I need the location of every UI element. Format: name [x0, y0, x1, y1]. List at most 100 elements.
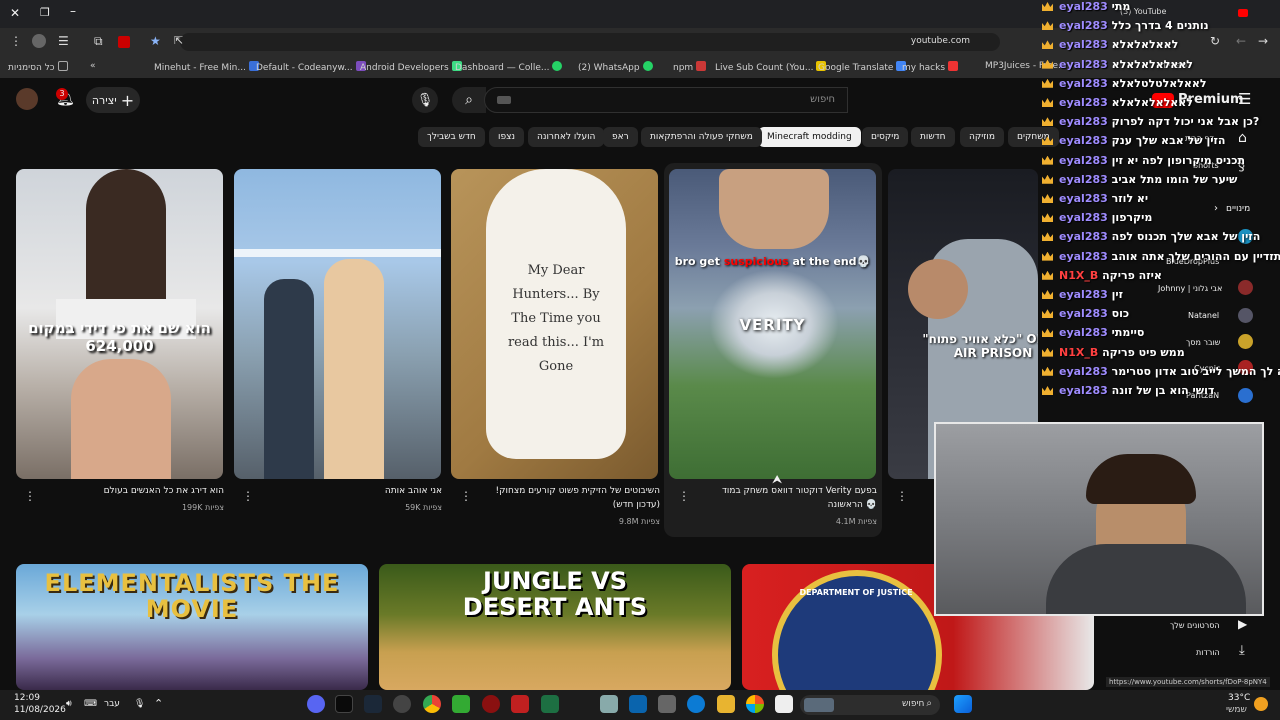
bookmark-android[interactable]: Android Developers — [360, 61, 462, 73]
adblock-icon[interactable] — [118, 36, 130, 48]
video-thumbnail-elementalists[interactable]: ELEMENTALISTS THE MOVIE — [16, 564, 368, 690]
bookmark-all[interactable]: כל הסימניות — [8, 61, 68, 73]
video-menu-icon[interactable]: ⋮ — [896, 489, 908, 503]
obs-icon[interactable] — [393, 695, 411, 713]
video-thumbnail-ants[interactable]: JUNGLE VS DESERT ANTS — [379, 564, 731, 690]
video-title-2[interactable]: אני אוהב אותה — [258, 484, 442, 498]
chip-news[interactable]: חדשות — [911, 127, 955, 147]
video-menu-icon[interactable]: ⋮ — [24, 489, 36, 503]
moderator-crown-icon — [1042, 290, 1053, 299]
clock-time[interactable]: 12:09 — [14, 693, 40, 703]
user-avatar[interactable] — [16, 88, 38, 110]
moderator-crown-icon — [1042, 270, 1053, 280]
video-title-3[interactable]: השיבוטים של הזיקית פשוט קורעים מצחוק! (ע… — [476, 484, 660, 512]
excel-icon[interactable] — [541, 695, 559, 713]
app-green-icon[interactable] — [452, 695, 470, 713]
chat-message: eyal283 תזדיין עם ההורים שלך אתה אוהב — [1042, 250, 1280, 268]
video-thumbnail-4[interactable]: bro get suspicious at the end💀 VERITY — [669, 169, 876, 479]
sidebar-downloads[interactable]: הורדות — [1196, 648, 1220, 657]
restore-window-icon[interactable]: ❐ — [40, 6, 50, 19]
extensions-icon[interactable]: ⧉ — [94, 34, 103, 49]
bookmark-translate[interactable]: Google Translate — [818, 61, 907, 73]
clock-date[interactable]: 11/08/2026 — [14, 705, 66, 715]
profile-avatar-icon[interactable] — [32, 34, 46, 48]
chevron-left-icon[interactable]: « — [90, 61, 96, 71]
video-menu-icon[interactable]: ⋮ — [678, 489, 690, 503]
chip-recently-uploaded[interactable]: הועלו לאחרונה — [528, 127, 605, 147]
video-thumbnail-1[interactable]: הוא שם את פי דידי במקום 624,000 — [16, 169, 223, 479]
chip-action-adventure[interactable]: משחקי פעולה והרפתקאות — [641, 127, 762, 147]
video-menu-icon[interactable]: ⋮ — [460, 489, 472, 503]
network-icon[interactable]: ⌨ — [84, 699, 97, 709]
chip-music[interactable]: מוזיקה — [960, 127, 1004, 147]
chat-username: eyal283 — [1059, 230, 1108, 244]
app-cube-icon[interactable] — [600, 695, 618, 713]
bookmark-subcount[interactable]: Live Sub Count (You... — [715, 61, 827, 73]
chat-message: eyal283 דושי הוא בן של זונה — [1042, 384, 1214, 402]
discord-icon[interactable] — [307, 695, 325, 713]
playlist-icon[interactable]: ☰ — [58, 34, 69, 48]
bookmark-codeanywhere[interactable]: Default - Codeanyw... — [256, 61, 366, 73]
app-red-icon[interactable] — [482, 695, 500, 713]
language-indicator[interactable]: עבר — [104, 699, 120, 709]
video-thumbnail-3[interactable]: My Dear Hunters... By The Time you read … — [451, 169, 658, 479]
address-bar[interactable]: ★ ⇱ youtube.com — [150, 33, 1000, 51]
terminal-icon[interactable] — [335, 695, 353, 713]
create-button[interactable]: יצירה + — [86, 87, 140, 113]
video-views-3: 9.8M צפיות — [618, 517, 660, 526]
app-triangle-icon[interactable] — [511, 695, 529, 713]
chat-username: eyal283 — [1059, 249, 1108, 263]
chat-text: נותנים 4 בדרך כלל — [1111, 19, 1209, 33]
outlook-icon[interactable] — [629, 695, 647, 713]
taskbar-search[interactable]: ⌕ חיפוש — [800, 695, 940, 715]
calculator-icon[interactable] — [658, 695, 676, 713]
chat-username: eyal283 — [1059, 153, 1108, 167]
share-icon[interactable]: ⇱ — [174, 34, 183, 47]
search-input[interactable]: חיפוש — [484, 87, 848, 113]
video-thumbnail-2[interactable] — [234, 169, 441, 479]
search-button[interactable]: ⌕ — [452, 87, 486, 113]
file-explorer-icon[interactable] — [717, 695, 735, 713]
volume-icon[interactable]: 🔊︎ — [66, 699, 72, 709]
voice-search-mic-icon[interactable]: 🎙︎ — [412, 87, 438, 113]
chip-watched[interactable]: נצפו — [489, 127, 525, 147]
downloads-icon[interactable]: ⤓ — [1239, 643, 1245, 658]
moderator-crown-icon — [1042, 155, 1053, 165]
chat-message: N1X_B איזה פריקה — [1042, 269, 1162, 287]
copilot-icon[interactable] — [746, 695, 764, 713]
bookmark-npm[interactable]: npm — [673, 61, 707, 73]
menu-dots-icon[interactable]: ⋮ — [10, 34, 22, 48]
chat-username: eyal283 — [1059, 192, 1108, 205]
steam-icon[interactable] — [364, 695, 382, 713]
chrome-icon[interactable] — [423, 695, 441, 713]
webcam-hair — [1086, 454, 1196, 504]
bookmark-minehut[interactable]: Minehut - Free Min... — [154, 61, 259, 73]
edge-icon[interactable] — [687, 695, 705, 713]
video-menu-icon[interactable]: ⋮ — [242, 489, 254, 503]
weather-temp[interactable]: 33°C — [1228, 693, 1250, 703]
star-bookmark-icon[interactable]: ★ — [150, 34, 161, 48]
tray-expand-icon[interactable]: ⌃ — [154, 697, 163, 710]
video-title-1[interactable]: הוא דירג את כל האנשים בעולם — [40, 484, 224, 498]
windows-start-icon[interactable] — [954, 695, 972, 713]
keyboard-icon[interactable] — [497, 96, 511, 104]
chat-message: eyal283 לאאלאלאלאלא — [1042, 96, 1193, 114]
your-videos-icon[interactable]: ▶ — [1238, 617, 1247, 631]
app-white-icon[interactable] — [775, 695, 793, 713]
bookmark-whatsapp[interactable]: (2) WhatsApp — [578, 61, 653, 73]
chat-message: eyal283 שהיה לך המשך לייב טוב אדון סטרימ… — [1042, 365, 1280, 383]
microphone-icon[interactable]: 🎙︎ — [134, 699, 145, 709]
chip-rap[interactable]: ראפ — [603, 127, 638, 147]
chip-mixes[interactable]: מיקסים — [862, 127, 909, 147]
sidebar-your-videos[interactable]: הסרטונים שלך — [1170, 621, 1220, 630]
thumbnail-streamer-face — [719, 169, 829, 249]
close-window-icon[interactable]: ✕ — [10, 6, 20, 20]
video-title-4[interactable]: דוקטור דוואס משחק במוד Verity בפעם הראשו… — [693, 484, 877, 512]
chip-minecraft-modding[interactable]: Minecraft modding — [758, 127, 861, 147]
create-label: יצירה — [91, 93, 117, 107]
weather-condition[interactable]: שמשי — [1226, 705, 1247, 715]
chip-new-for-you[interactable]: חדש בשבילך — [418, 127, 485, 147]
minimize-window-icon[interactable]: – — [70, 4, 76, 18]
bookmark-myhacks[interactable]: my hacks — [902, 61, 959, 73]
bookmark-dashboard[interactable]: Dashboard — Colle... — [455, 61, 563, 73]
